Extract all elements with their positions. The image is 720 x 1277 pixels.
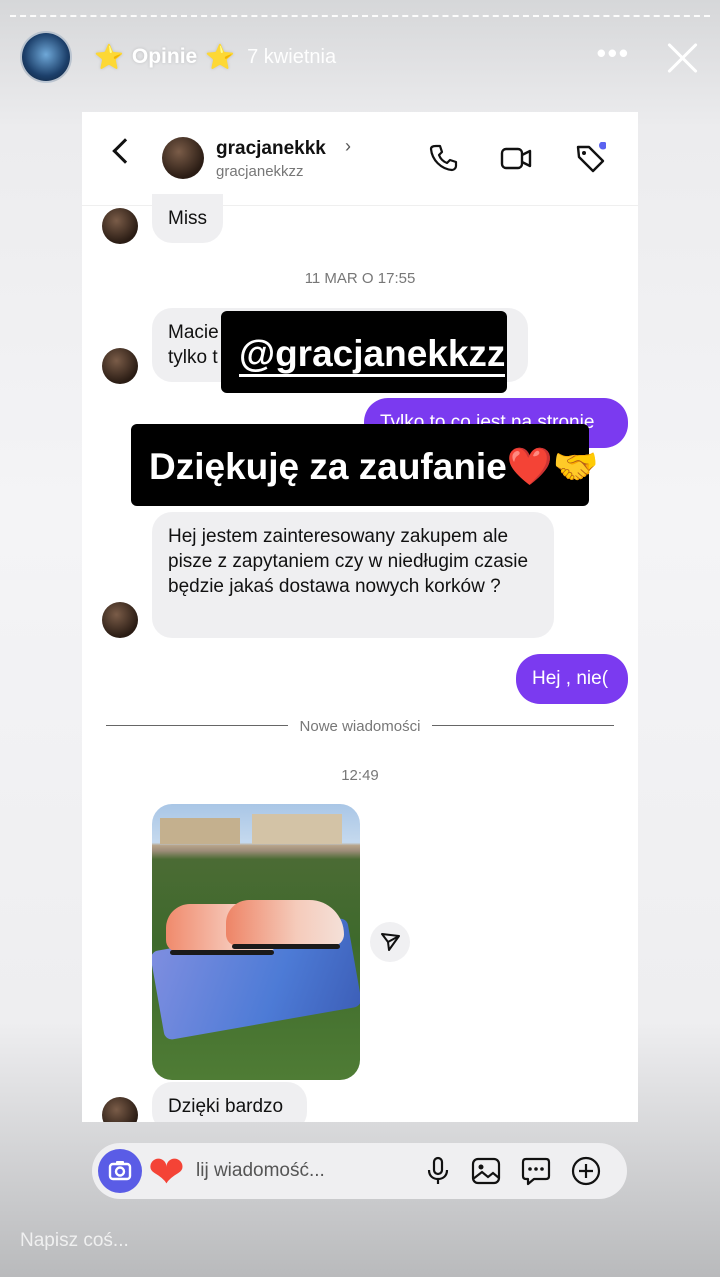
photo-shoe (226, 900, 344, 946)
phone-icon[interactable] (427, 142, 459, 174)
camera-icon (108, 1161, 132, 1181)
sticker-text: Dziękuję za zaufanie❤️🤝 (149, 446, 599, 487)
story-title[interactable]: ⭐ Opinie ⭐ (94, 43, 235, 72)
tag-icon[interactable] (574, 142, 606, 174)
message-text: Hej , nie( (532, 668, 609, 689)
story-header: ⭐ Opinie ⭐ 7 kwietnia ••• (20, 30, 700, 84)
story-reply-input[interactable]: Napisz coś... (20, 1230, 129, 1252)
photo-sole (232, 944, 340, 949)
text-sticker: Dziękuję za zaufanie❤️🤝 (131, 424, 599, 506)
back-icon[interactable] (112, 138, 138, 164)
story-avatar[interactable] (20, 31, 72, 83)
more-options-icon[interactable]: ••• (597, 38, 630, 69)
incoming-message: Dzięki bardzo (152, 1082, 307, 1122)
share-button[interactable] (370, 922, 410, 962)
video-call-icon[interactable] (500, 142, 532, 174)
sender-avatar[interactable] (102, 1097, 138, 1122)
photo-building (160, 818, 240, 844)
story-progress-bar (10, 15, 710, 18)
message-composer[interactable]: ❤ lij wiadomość... (92, 1143, 627, 1199)
mention-sticker[interactable]: @gracjanekkzz (221, 311, 507, 393)
heart-icon[interactable]: ❤ (148, 1151, 185, 1195)
photo-sole (170, 950, 274, 955)
chevron-right-icon: › (345, 136, 351, 156)
chat-header: gracjanekkk › gracjanekkzz (82, 112, 638, 206)
incoming-message: Hej jestem zainteresowany zakupem ale pi… (152, 512, 554, 638)
photo-building (252, 814, 342, 844)
sender-avatar[interactable] (102, 602, 138, 638)
new-messages-separator: Nowe wiadomości (82, 718, 638, 735)
close-icon[interactable] (664, 30, 700, 82)
message-timestamp: 12:49 (341, 767, 379, 784)
plus-icon[interactable] (570, 1155, 602, 1187)
story-title-label: Opinie (131, 45, 198, 68)
sender-avatar[interactable] (102, 348, 138, 384)
outgoing-message: Hej , nie( (516, 654, 628, 704)
contact-name[interactable]: gracjanekkk (216, 138, 326, 160)
message-timestamp: 11 MAR O 17:55 (304, 270, 416, 287)
message-text: Miss (168, 208, 208, 229)
contact-username: gracjanekkzz (216, 163, 304, 180)
camera-button[interactable] (98, 1149, 142, 1193)
new-messages-label: Nowe wiadomości (287, 718, 433, 735)
microphone-icon[interactable] (422, 1155, 454, 1187)
contact-avatar[interactable] (162, 137, 204, 179)
gallery-icon[interactable] (470, 1155, 502, 1187)
star-icon: ⭐ (94, 43, 124, 71)
sender-avatar[interactable] (102, 208, 138, 244)
photo-message[interactable] (152, 804, 360, 1080)
message-text: Hej jestem zainteresowany zakupem ale pi… (168, 526, 529, 597)
chat-sticker-icon[interactable] (520, 1155, 552, 1187)
incoming-message: Miss (152, 194, 224, 243)
message-text: Dzięki bardzo (168, 1096, 284, 1117)
mention-text: @gracjanekkzz (239, 333, 506, 377)
chat-screenshot: gracjanekkk › gracjanekkzz Miss 11 MAR O… (82, 112, 638, 1122)
send-icon (381, 933, 400, 951)
star-icon: ⭐ (205, 43, 236, 71)
story-date: 7 kwietnia (247, 45, 337, 68)
composer-placeholder[interactable]: lij wiadomość... (196, 1160, 325, 1182)
